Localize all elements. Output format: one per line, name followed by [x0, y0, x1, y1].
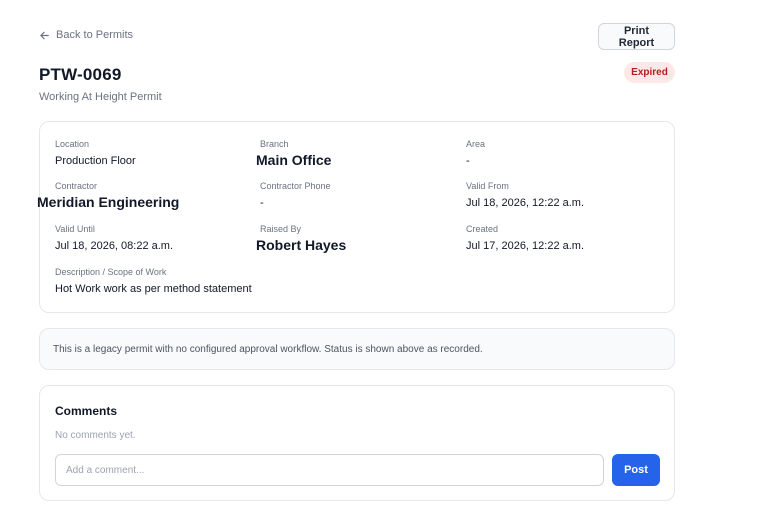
field-label: Branch: [260, 139, 289, 149]
field-label: Area: [466, 139, 486, 149]
print-report-button[interactable]: Print Report: [598, 23, 675, 50]
field-description: Description / Scope of Work Hot Work wor…: [55, 267, 252, 296]
field-value: Jul 17, 2026, 12:22 a.m.: [466, 240, 585, 252]
field-label: Valid From: [466, 181, 509, 191]
field-value: Jul 18, 2026, 08:22 a.m.: [55, 240, 174, 252]
field-contractor: Contractor Meridian Engineering: [37, 181, 179, 209]
field-label: Raised By: [260, 224, 302, 234]
permit-details-card: Location Production Floor Branch Main Of…: [37, 121, 675, 313]
field-label: Valid Until: [55, 224, 95, 234]
field-valid-from: Valid From Jul 18, 2026, 12:22 a.m.: [466, 181, 584, 210]
workflow-note: This is a legacy permit with no configur…: [39, 328, 675, 370]
field-value: Hot Work work as per method statement: [55, 283, 252, 295]
field-value: -: [466, 155, 470, 167]
back-to-permits-link[interactable]: Back to Permits: [39, 29, 133, 41]
field-value: Production Floor: [55, 155, 136, 167]
field-raised-by: Raised By Robert Hayes: [256, 224, 346, 252]
field-label: Contractor Phone: [260, 181, 331, 191]
field-value: Meridian Engineering: [37, 194, 180, 210]
field-value: Main Office: [256, 152, 332, 168]
field-value: Robert Hayes: [256, 237, 347, 253]
back-link-label: Back to Permits: [56, 29, 134, 41]
field-area: Area -: [466, 139, 485, 168]
field-branch: Branch Main Office: [256, 139, 331, 167]
field-value: -: [260, 197, 264, 209]
comments-title: Comments: [55, 404, 118, 418]
permit-type: Working At Height Permit: [39, 91, 162, 103]
field-created: Created Jul 17, 2026, 12:22 a.m.: [466, 224, 584, 253]
field-label: Contractor: [55, 181, 98, 191]
field-contractor-phone: Contractor Phone -: [260, 181, 331, 210]
comments-card: Comments No comments yet. Post: [39, 385, 675, 501]
field-label: Created: [466, 224, 499, 234]
field-valid-until: Valid Until Jul 18, 2026, 08:22 a.m.: [55, 224, 173, 253]
comments-empty-text: No comments yet.: [55, 430, 136, 441]
post-comment-button[interactable]: Post: [612, 454, 660, 486]
arrow-left-icon: [40, 31, 49, 39]
field-value: Jul 18, 2026, 12:22 a.m.: [466, 197, 585, 209]
field-label: Description / Scope of Work: [55, 267, 167, 277]
status-badge: Expired: [624, 62, 675, 83]
field-location: Location Production Floor: [55, 139, 136, 168]
field-label: Location: [55, 139, 90, 149]
page-title: PTW-0069: [39, 65, 122, 84]
comment-input[interactable]: [55, 454, 604, 486]
